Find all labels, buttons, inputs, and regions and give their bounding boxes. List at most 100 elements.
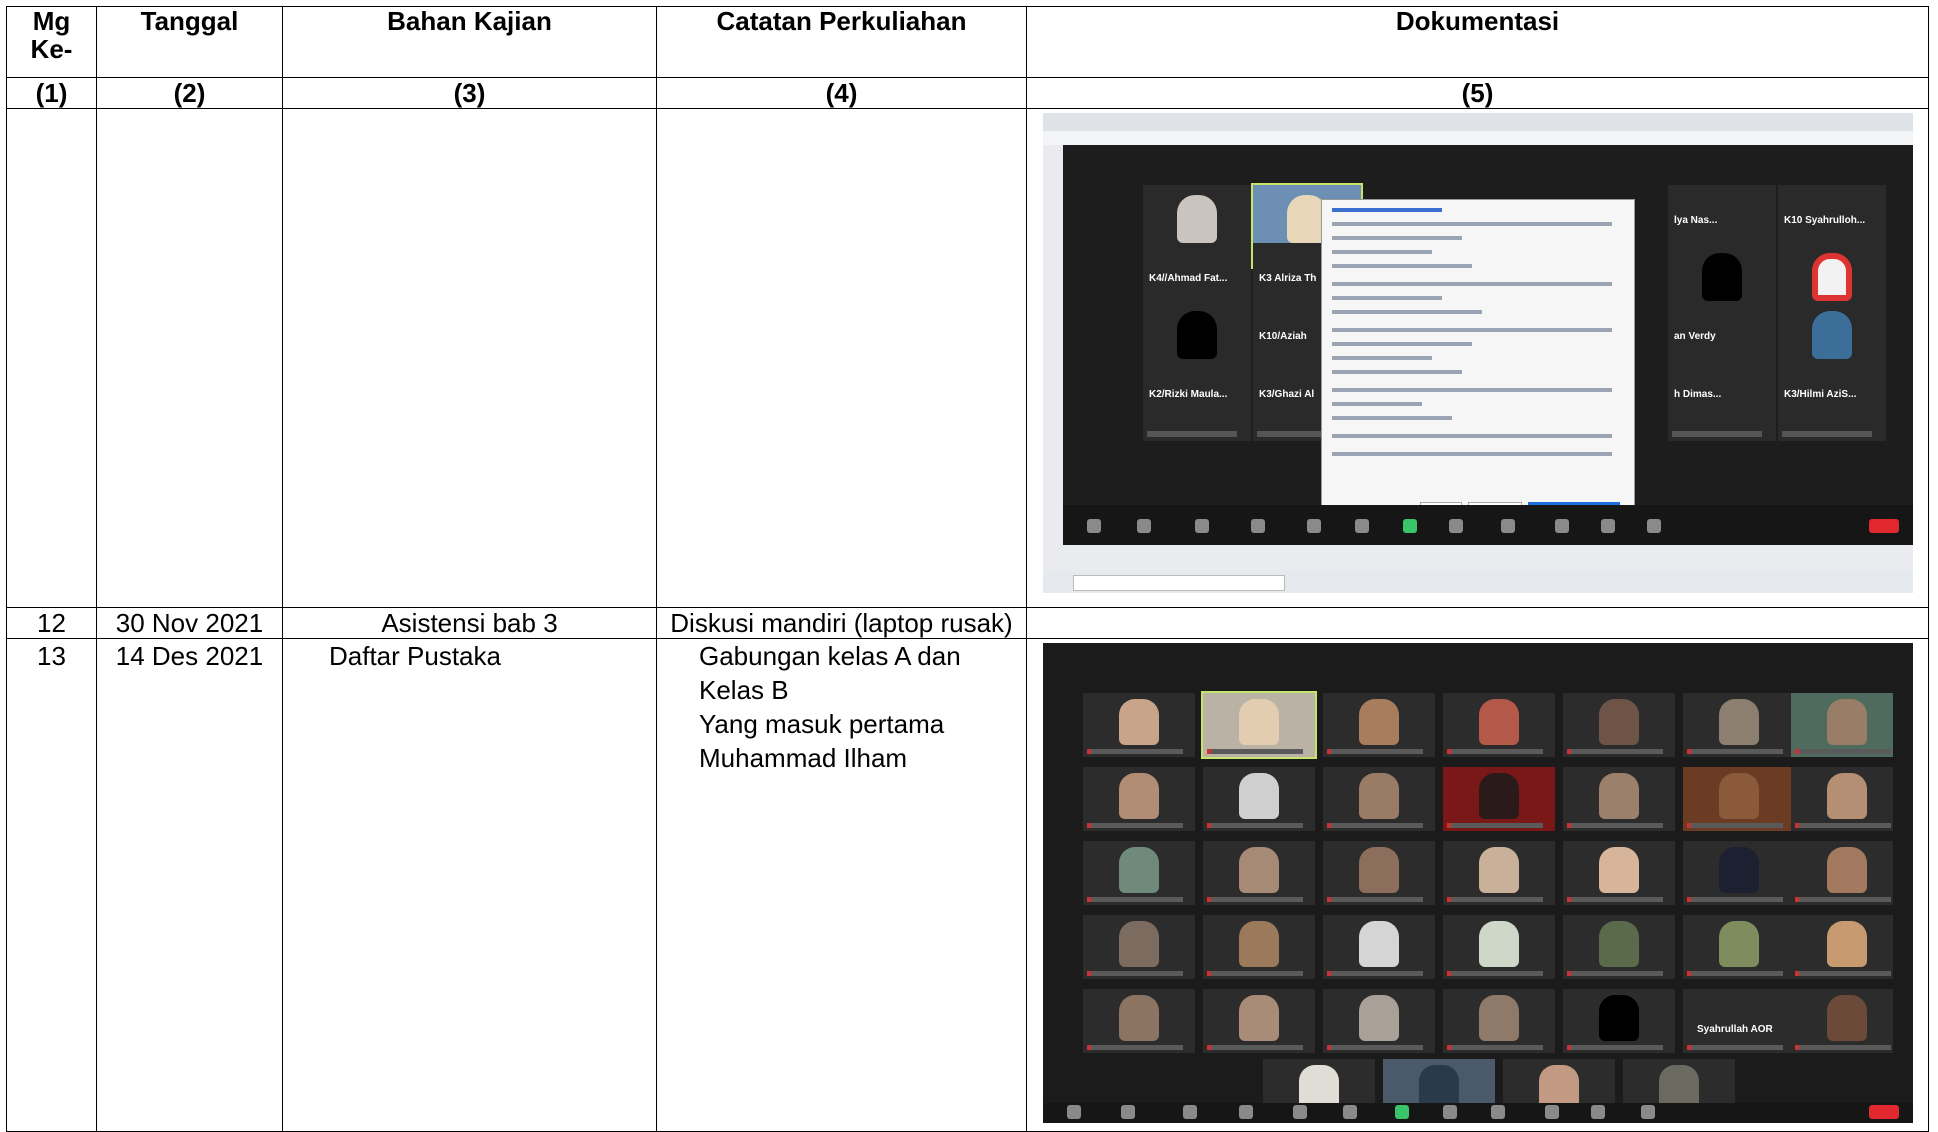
- dokumentasi-cell: Syahrullah AOR: [1026, 638, 1929, 1132]
- meeting-toolbar: [1063, 505, 1913, 545]
- more-icon[interactable]: [1641, 1105, 1655, 1119]
- participant-tile: [1203, 989, 1315, 1053]
- mute-icon[interactable]: [1067, 1105, 1081, 1119]
- table-row: 13 14 Des 2021 Daftar Pustaka Gabungan k…: [6, 638, 1929, 1132]
- bahan-cell: [282, 108, 657, 608]
- tanggal-cell: 30 Nov 2021: [96, 607, 283, 639]
- taskbar-search[interactable]: [1073, 575, 1285, 591]
- participant-tile: [1323, 767, 1435, 831]
- dokumentasi-cell: lya Nas... K10 Syahrulloh... K4//Ahmad F…: [1026, 108, 1929, 608]
- video-icon[interactable]: [1121, 1105, 1135, 1119]
- polls-icon[interactable]: [1307, 519, 1321, 533]
- participant-tile: [1203, 841, 1315, 905]
- bahan-cell: Asistensi bab 3: [282, 607, 657, 639]
- participant-tile: [1791, 767, 1893, 831]
- note-line: Kelas B: [699, 675, 789, 705]
- chat-icon[interactable]: [1343, 1105, 1357, 1119]
- record-icon[interactable]: [1443, 1105, 1457, 1119]
- header-mg: Mg Ke-: [6, 6, 97, 78]
- header-number: (5): [1026, 77, 1929, 109]
- participant-tile: [1443, 841, 1555, 905]
- end-meeting-button[interactable]: [1869, 519, 1899, 533]
- participant-tile: [1791, 841, 1893, 905]
- participant-tile: [1443, 767, 1555, 831]
- breakout-rooms-dialog: [1321, 199, 1635, 527]
- mg-cell: 13: [6, 638, 97, 1132]
- breakout-rooms-icon[interactable]: [1501, 519, 1515, 533]
- header-catatan: Catatan Perkuliahan: [656, 6, 1027, 78]
- note-line: Muhammad Ilham: [699, 743, 908, 773]
- windows-taskbar: [1043, 571, 1913, 593]
- participant-tile: [1323, 989, 1435, 1053]
- zoom-gallery-screenshot: Syahrullah AOR: [1043, 643, 1913, 1123]
- participant-tile: [1443, 915, 1555, 979]
- participants-icon[interactable]: [1251, 519, 1265, 533]
- reactions-icon[interactable]: [1545, 1105, 1559, 1119]
- dokumentasi-cell: [1026, 607, 1929, 639]
- participant-tile: [1083, 693, 1195, 757]
- security-icon[interactable]: [1183, 1105, 1197, 1119]
- tanggal-cell: 14 Des 2021: [96, 638, 283, 1132]
- browser-tabbar: [1043, 113, 1913, 131]
- meeting-toolbar: [1043, 1103, 1913, 1123]
- reactions-icon[interactable]: [1555, 519, 1569, 533]
- header-bahan-kajian: Bahan Kajian: [282, 6, 657, 78]
- participant-tile: [1083, 915, 1195, 979]
- bahan-cell: Daftar Pustaka: [282, 638, 657, 1132]
- video-icon[interactable]: [1137, 519, 1151, 533]
- header-number: (3): [282, 77, 657, 109]
- table-row: 12 30 Nov 2021 Asistensi bab 3 Diskusi m…: [6, 607, 1929, 639]
- participant-tile: [1083, 989, 1195, 1053]
- lecture-log-table: Mg Ke- Tanggal Bahan Kajian Catatan Perk…: [6, 6, 1929, 1132]
- participant-tile: [1203, 915, 1315, 979]
- share-screen-icon[interactable]: [1403, 519, 1417, 533]
- catatan-cell: Diskusi mandiri (laptop rusak): [656, 607, 1027, 639]
- note-line: Yang masuk pertama: [699, 709, 945, 739]
- header-number: (4): [656, 77, 1027, 109]
- mute-icon[interactable]: [1087, 519, 1101, 533]
- participant-tile: [1203, 767, 1315, 831]
- chat-icon[interactable]: [1355, 519, 1369, 533]
- participant-tile: [1683, 915, 1795, 979]
- header-number-row: (1) (2) (3) (4) (5): [6, 77, 1929, 109]
- note-line: Gabungan kelas A dan: [699, 641, 961, 671]
- participant-tile: [1683, 767, 1795, 831]
- participant-tile: h Dimas...: [1668, 359, 1776, 441]
- participant-tile: [1563, 915, 1675, 979]
- end-meeting-button[interactable]: [1869, 1105, 1899, 1119]
- participant-tile: [1323, 693, 1435, 757]
- more-icon[interactable]: [1647, 519, 1661, 533]
- participant-tile: [1201, 691, 1317, 759]
- zoom-breakout-screenshot: lya Nas... K10 Syahrulloh... K4//Ahmad F…: [1043, 113, 1913, 593]
- participant-tile: K3/Hilmi AziS...: [1778, 359, 1886, 441]
- participant-tile: [1791, 989, 1893, 1053]
- participant-tile: [1083, 767, 1195, 831]
- catatan-cell: [656, 108, 1027, 608]
- participant-tile: [1323, 915, 1435, 979]
- header-number: (1): [6, 77, 97, 109]
- header-number: (2): [96, 77, 283, 109]
- mg-cell: [6, 108, 97, 608]
- tanggal-cell: [96, 108, 283, 608]
- participant-tile: [1563, 767, 1675, 831]
- polls-icon[interactable]: [1293, 1105, 1307, 1119]
- record-icon[interactable]: [1449, 519, 1463, 533]
- participant-tile: [1791, 915, 1893, 979]
- apps-icon[interactable]: [1591, 1105, 1605, 1119]
- header-tanggal: Tanggal: [96, 6, 283, 78]
- share-screen-icon[interactable]: [1395, 1105, 1409, 1119]
- participant-tile: Syahrullah AOR: [1683, 989, 1795, 1053]
- participant-tile: [1563, 989, 1675, 1053]
- breakout-rooms-icon[interactable]: [1491, 1105, 1505, 1119]
- participant-tile: [1323, 841, 1435, 905]
- participant-tile: [1791, 693, 1893, 757]
- participants-icon[interactable]: [1239, 1105, 1253, 1119]
- catatan-cell: Gabungan kelas A dan Kelas B Yang masuk …: [656, 638, 1027, 1132]
- mg-cell: 12: [6, 607, 97, 639]
- security-icon[interactable]: [1195, 519, 1209, 533]
- participant-tile: [1083, 841, 1195, 905]
- participant-tile: [1563, 841, 1675, 905]
- apps-icon[interactable]: [1601, 519, 1615, 533]
- participant-tile: [1563, 693, 1675, 757]
- header-row: Mg Ke- Tanggal Bahan Kajian Catatan Perk…: [6, 6, 1929, 78]
